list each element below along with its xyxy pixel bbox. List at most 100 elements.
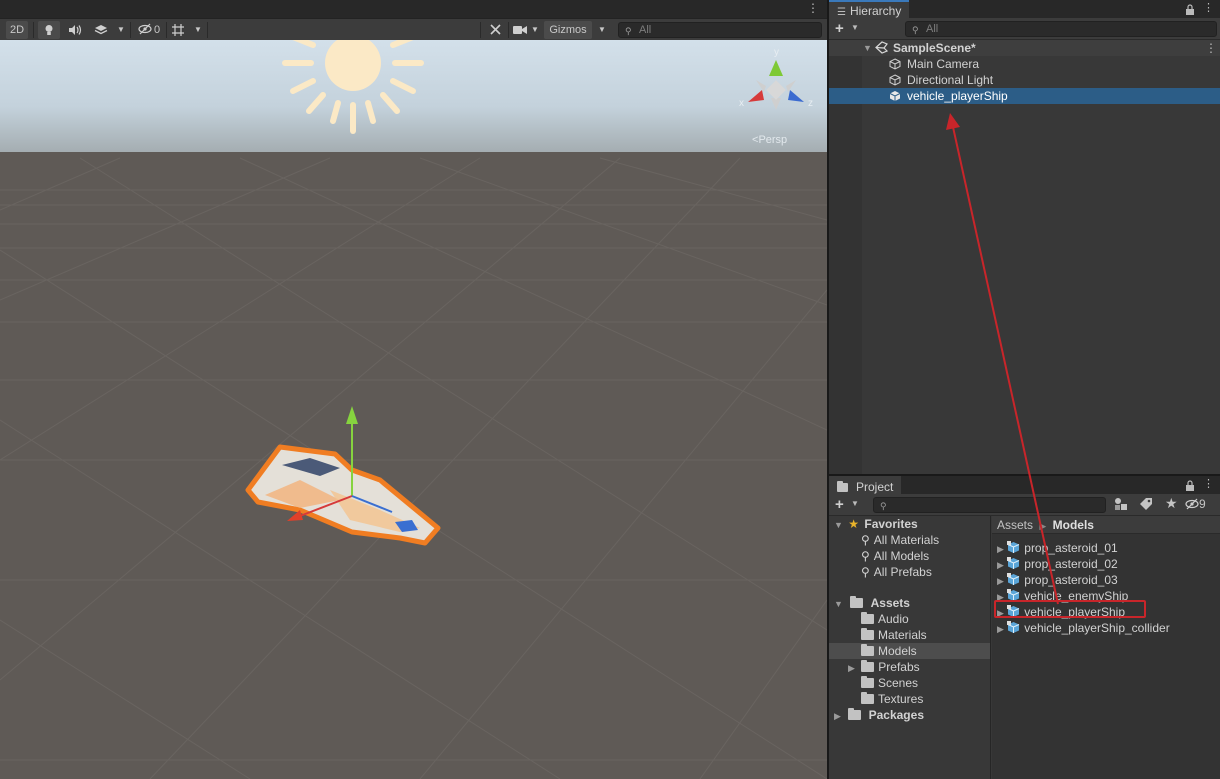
orientation-gizmo: y x z	[739, 47, 813, 110]
search-by-type-icon[interactable]	[1114, 497, 1128, 514]
hierarchy-tree[interactable]: ▼ SampleScene* ⋮ Main Camera Directional…	[829, 40, 1220, 474]
project-tabbar: Project ⋮	[829, 476, 1220, 494]
packages-folder[interactable]: ▶ Packages	[834, 707, 924, 723]
project-toolbar: + ▼ ⚲ ★ 9	[829, 494, 1220, 516]
project-file-list[interactable]: Assets ▶ Models ▶ prop_asteroid_01 ▶ prop…	[992, 516, 1220, 779]
projection-toggle[interactable]: <Persp	[752, 134, 787, 146]
scene-visibility-toggle[interactable]: 0	[134, 21, 164, 39]
scene-grid: y x z	[0, 40, 827, 779]
unity-scene-icon	[875, 40, 889, 56]
lighting-toggle-icon[interactable]	[38, 21, 60, 39]
favorite-label: All Models	[873, 549, 930, 563]
effects-dropdown-icon[interactable]: ▼	[114, 21, 128, 39]
hierarchy-tabbar: ☰ Hierarchy ⋮	[829, 0, 1220, 18]
lock-icon[interactable]	[1185, 1, 1195, 17]
add-object-button[interactable]: +	[835, 20, 844, 37]
tab-hierarchy[interactable]: ☰ Hierarchy	[829, 0, 910, 18]
file-item[interactable]: ▶ prop_asteroid_01	[997, 540, 1118, 556]
tab-project[interactable]: Project	[829, 476, 902, 494]
scene-row[interactable]: ▼ SampleScene* ⋮	[829, 40, 1220, 56]
folder-icon	[861, 660, 875, 672]
more-options-icon[interactable]: ⋮	[807, 1, 819, 15]
prefab-icon	[889, 88, 906, 104]
expand-arrow-icon[interactable]: ▼	[834, 520, 843, 530]
breadcrumb-models[interactable]: Models	[1053, 518, 1094, 532]
camera-settings-icon[interactable]	[511, 21, 529, 39]
expand-arrow-icon[interactable]: ▶	[997, 560, 1004, 570]
folder-icon	[861, 612, 874, 624]
assets-label: Assets	[870, 596, 910, 610]
folder-label: Prefabs	[878, 660, 920, 674]
folder-label: Textures	[878, 692, 924, 706]
2d-toggle-button[interactable]: 2D	[6, 21, 28, 39]
expand-arrow-icon[interactable]: ▶	[997, 544, 1004, 554]
create-dropdown-icon[interactable]: ▼	[851, 499, 859, 508]
scene-name: SampleScene*	[893, 41, 976, 55]
search-icon: ⚲	[861, 533, 870, 547]
file-item[interactable]: ▶ prop_asteroid_03	[997, 572, 1118, 588]
create-asset-button[interactable]: +	[835, 496, 844, 513]
folder-label: Models	[878, 644, 917, 658]
favorite-all-models[interactable]: ⚲ All Models	[861, 548, 929, 564]
expand-arrow-icon[interactable]: ▶	[997, 576, 1004, 586]
hierarchy-search-placeholder: All	[926, 23, 939, 35]
folder-textures[interactable]: Textures	[861, 691, 923, 707]
camera-dropdown-icon[interactable]: ▼	[529, 21, 541, 39]
folder-prefabs[interactable]: ▶ Prefabs	[848, 659, 920, 675]
assets-folder[interactable]: ▼ Assets	[834, 595, 910, 611]
folder-label: Materials	[878, 628, 927, 642]
breadcrumb-assets[interactable]: Assets	[997, 518, 1033, 532]
folder-models[interactable]: Models	[829, 643, 990, 659]
search-by-label-icon[interactable]	[1139, 497, 1153, 514]
folder-icon	[861, 692, 874, 704]
scene-viewport[interactable]: y x z <Persp	[0, 40, 827, 779]
project-folder-tree[interactable]: ▼ ★ Favorites ⚲ All Materials ⚲ All Models…	[829, 516, 991, 779]
directional-light-gizmo	[282, 40, 424, 134]
folder-icon	[861, 644, 874, 656]
hidden-packages-toggle[interactable]: 9	[1185, 497, 1206, 511]
lock-icon[interactable]	[1185, 477, 1195, 493]
favorites-header[interactable]: ▼ ★ Favorites	[834, 516, 918, 532]
file-item[interactable]: ▶ prop_asteroid_02	[997, 556, 1118, 572]
folder-label: Scenes	[878, 676, 919, 690]
scene-menu-icon[interactable]: ⋮	[1205, 40, 1217, 56]
folder-scenes[interactable]: Scenes	[861, 675, 918, 691]
folder-audio[interactable]: Audio	[861, 611, 909, 627]
hierarchy-item-directional-light[interactable]: Directional Light	[829, 72, 1220, 88]
hierarchy-item-main-camera[interactable]: Main Camera	[829, 56, 1220, 72]
hierarchy-search-input[interactable]: ⚲ All	[905, 21, 1217, 37]
project-search-input[interactable]: ⚲	[873, 497, 1106, 513]
unity-editor: ⋮ 2D ▼ 0 ▼ ▼ Gizmos ▼ ⚲ All y x z <Persp…	[0, 0, 1220, 779]
folder-materials[interactable]: Materials	[861, 627, 927, 643]
scene-search-input[interactable]: ⚲ All	[618, 22, 822, 38]
audio-toggle-icon[interactable]	[64, 21, 86, 39]
expand-arrow-icon[interactable]: ▼	[863, 40, 872, 56]
grid-dropdown-icon[interactable]: ▼	[191, 21, 205, 39]
scene-view[interactable]: ⋮ 2D ▼ 0 ▼ ▼ Gizmos ▼ ⚲ All y x z <Persp	[0, 0, 827, 779]
project-tab-label: Project	[856, 480, 894, 494]
hierarchy-item-label: vehicle_playerShip	[907, 89, 1008, 103]
star-icon: ★	[848, 517, 860, 531]
collapse-arrow-icon[interactable]: ▶	[848, 663, 855, 673]
effects-toggle-icon[interactable]	[90, 21, 112, 39]
expand-arrow-icon[interactable]: ▼	[834, 599, 843, 609]
search-icon: ⚲	[912, 25, 919, 35]
gizmos-button[interactable]: Gizmos	[544, 21, 592, 39]
folder-icon	[837, 480, 852, 494]
hierarchy-menu-icon[interactable]: ⋮	[1203, 1, 1214, 17]
gizmos-dropdown-icon[interactable]: ▼	[595, 21, 609, 39]
add-dropdown-icon[interactable]: ▼	[851, 23, 859, 32]
favorite-all-materials[interactable]: ⚲ All Materials	[861, 532, 939, 548]
tools-icon[interactable]	[486, 21, 504, 39]
hierarchy-toolbar: + ▼ ⚲ All	[829, 18, 1220, 40]
hierarchy-tab-label: Hierarchy	[849, 4, 902, 18]
file-item[interactable]: ▶ vehicle_playerShip_collider	[997, 620, 1170, 636]
favorite-star-icon[interactable]: ★	[1165, 495, 1178, 512]
collapse-arrow-icon[interactable]: ▶	[834, 711, 841, 721]
project-menu-icon[interactable]: ⋮	[1203, 477, 1214, 493]
expand-arrow-icon[interactable]: ▶	[997, 624, 1004, 634]
hierarchy-item-vehicle-playership[interactable]: vehicle_playerShip	[829, 88, 1220, 104]
grid-toggle-icon[interactable]	[170, 21, 186, 39]
folder-icon	[861, 628, 874, 640]
favorite-all-prefabs[interactable]: ⚲ All Prefabs	[861, 564, 932, 580]
